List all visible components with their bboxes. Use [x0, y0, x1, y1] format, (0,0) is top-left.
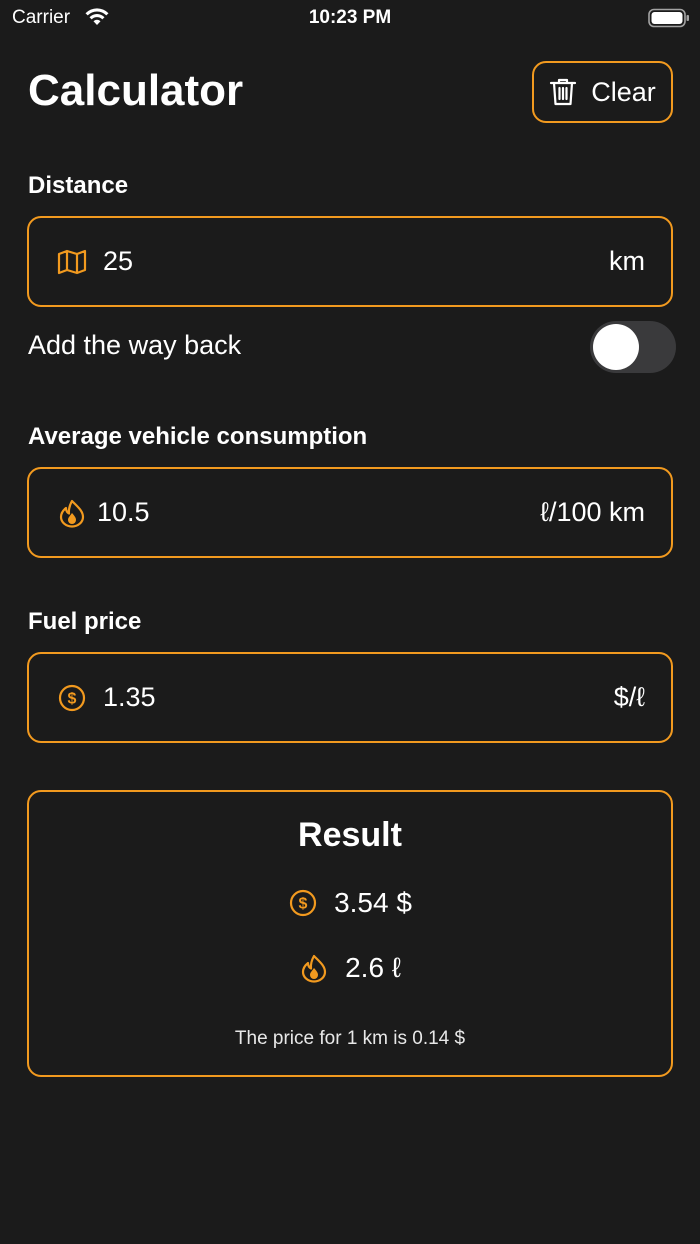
distance-field[interactable]: 25 km — [27, 216, 673, 307]
result-cost: $ 3.54 $ — [29, 887, 671, 919]
fuel-price-value[interactable]: 1.35 — [103, 682, 614, 713]
page-title: Calculator — [28, 66, 244, 115]
distance-value[interactable]: 25 — [103, 246, 609, 277]
status-bar: Carrier 10:23 PM — [0, 0, 700, 36]
svg-text:$: $ — [299, 896, 308, 913]
consumption-label: Average vehicle consumption — [28, 423, 368, 450]
consumption-unit: ℓ/100 km — [540, 497, 645, 527]
way-back-label: Add the way back — [28, 330, 242, 360]
way-back-toggle[interactable] — [590, 321, 676, 373]
clear-button-label: Clear — [591, 76, 656, 107]
fuel-price-unit: $/ℓ — [613, 682, 645, 712]
dollar-circle-icon: $ — [55, 681, 89, 715]
result-fuel: 2.6 ℓ — [29, 952, 671, 984]
result-cost-value: 3.54 $ — [334, 887, 412, 918]
distance-label: Distance — [28, 172, 129, 199]
result-note: The price for 1 km is 0.14 $ — [234, 1028, 466, 1049]
clock: 10:23 PM — [308, 7, 392, 28]
consumption-value[interactable]: 10.5 — [97, 497, 540, 528]
flame-icon — [302, 954, 327, 983]
result-card: Result $ 3.54 $ 2.6 ℓ The price for 1 km… — [27, 790, 673, 1077]
trash-icon — [550, 78, 577, 106]
svg-text:$: $ — [68, 690, 77, 707]
result-fuel-value: 2.6 ℓ — [345, 952, 401, 983]
map-icon — [55, 245, 89, 279]
dollar-circle-icon: $ — [289, 889, 317, 917]
consumption-field[interactable]: 10.5 ℓ/100 km — [27, 467, 673, 558]
flame-icon — [55, 496, 89, 530]
fuel-price-field[interactable]: $ 1.35 $/ℓ — [27, 652, 673, 743]
distance-unit: km — [609, 246, 645, 276]
result-title: Result — [298, 816, 402, 854]
fuel-price-label: Fuel price — [28, 608, 142, 635]
battery-icon — [648, 8, 689, 28]
toggle-knob — [593, 324, 639, 370]
clear-button[interactable]: Clear — [532, 61, 673, 123]
